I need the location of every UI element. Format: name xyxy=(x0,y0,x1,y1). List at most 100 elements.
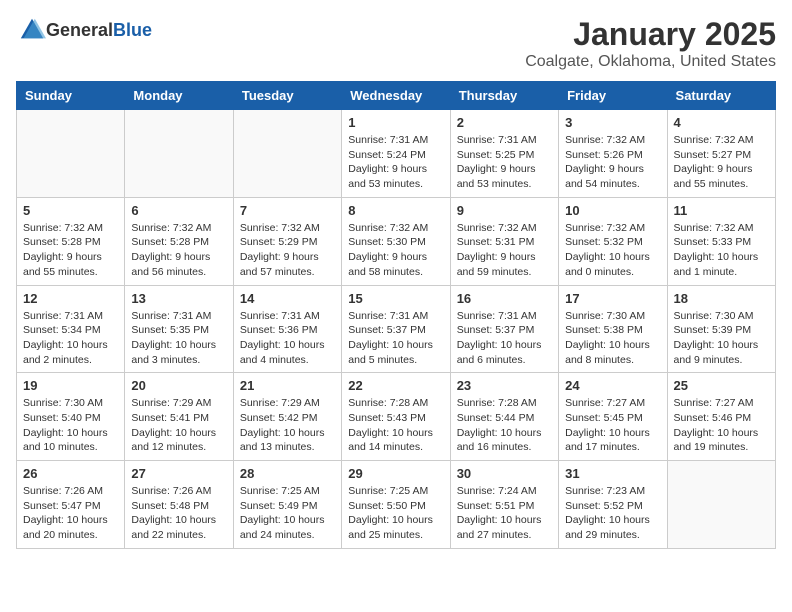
calendar-cell xyxy=(125,110,233,198)
day-number: 2 xyxy=(457,115,552,130)
day-number: 7 xyxy=(240,203,335,218)
day-info: Sunrise: 7:25 AM Sunset: 5:49 PM Dayligh… xyxy=(240,484,335,543)
calendar-week-row: 12 Sunrise: 7:31 AM Sunset: 5:34 PM Dayli… xyxy=(17,285,776,373)
weekday-header-tuesday: Tuesday xyxy=(233,82,341,110)
weekday-header-wednesday: Wednesday xyxy=(342,82,450,110)
calendar-cell: 24Sunrise: 7:27 AM Sunset: 5:45 PM Dayli… xyxy=(559,373,667,461)
day-number: 13 xyxy=(131,291,226,306)
day-info: Sunrise: 7:31 AM Sunset: 5:24 PM Dayligh… xyxy=(348,133,443,192)
day-number: 14 xyxy=(240,291,335,306)
logo-blue-text: Blue xyxy=(113,20,152,40)
day-number: 10 xyxy=(565,203,660,218)
calendar-cell: 12 Sunrise: 7:31 AM Sunset: 5:34 PM Dayli… xyxy=(17,285,125,373)
day-info: Sunrise: 7:32 AM Sunset: 5:31 PM Dayligh… xyxy=(457,221,552,280)
weekday-header-saturday: Saturday xyxy=(667,82,775,110)
calendar-cell: 16Sunrise: 7:31 AM Sunset: 5:37 PM Dayli… xyxy=(450,285,558,373)
day-info: Sunrise: 7:32 AM Sunset: 5:33 PM Dayligh… xyxy=(674,221,769,280)
calendar-cell: 6Sunrise: 7:32 AM Sunset: 5:28 PM Daylig… xyxy=(125,197,233,285)
day-info: Sunrise: 7:30 AM Sunset: 5:39 PM Dayligh… xyxy=(674,309,769,368)
day-info: Sunrise: 7:31 AM Sunset: 5:37 PM Dayligh… xyxy=(457,309,552,368)
calendar-cell: 20 Sunrise: 7:29 AM Sunset: 5:41 PM Dayli… xyxy=(125,373,233,461)
day-number: 25 xyxy=(674,378,769,393)
calendar-cell: 22 Sunrise: 7:28 AM Sunset: 5:43 PM Dayli… xyxy=(342,373,450,461)
day-info: Sunrise: 7:25 AM Sunset: 5:50 PM Dayligh… xyxy=(348,484,443,543)
day-number: 30 xyxy=(457,466,552,481)
day-info: Sunrise: 7:28 AM Sunset: 5:44 PM Dayligh… xyxy=(457,396,552,455)
day-number: 17 xyxy=(565,291,660,306)
location-subtitle: Coalgate, Oklahoma, United States xyxy=(525,53,776,71)
day-info: Sunrise: 7:28 AM Sunset: 5:43 PM Dayligh… xyxy=(348,396,443,455)
day-number: 12 xyxy=(23,291,118,306)
month-year-title: January 2025 xyxy=(525,16,776,53)
page-header: GeneralBlue January 2025 Coalgate, Oklah… xyxy=(16,16,776,71)
calendar-cell: 2Sunrise: 7:31 AM Sunset: 5:25 PM Daylig… xyxy=(450,110,558,198)
calendar-cell xyxy=(667,461,775,549)
day-info: Sunrise: 7:29 AM Sunset: 5:41 PM Dayligh… xyxy=(131,396,226,455)
day-info: Sunrise: 7:23 AM Sunset: 5:52 PM Dayligh… xyxy=(565,484,660,543)
calendar-cell: 27Sunrise: 7:26 AM Sunset: 5:48 PM Dayli… xyxy=(125,461,233,549)
calendar-cell: 18 Sunrise: 7:30 AM Sunset: 5:39 PM Dayli… xyxy=(667,285,775,373)
weekday-header-sunday: Sunday xyxy=(17,82,125,110)
calendar-cell: 11 Sunrise: 7:32 AM Sunset: 5:33 PM Dayli… xyxy=(667,197,775,285)
calendar-cell xyxy=(233,110,341,198)
day-number: 22 xyxy=(348,378,443,393)
calendar-cell: 4 Sunrise: 7:32 AM Sunset: 5:27 PM Daylig… xyxy=(667,110,775,198)
day-info: Sunrise: 7:24 AM Sunset: 5:51 PM Dayligh… xyxy=(457,484,552,543)
weekday-header-row: SundayMondayTuesdayWednesdayThursdayFrid… xyxy=(17,82,776,110)
day-number: 28 xyxy=(240,466,335,481)
day-info: Sunrise: 7:26 AM Sunset: 5:47 PM Dayligh… xyxy=(23,484,118,543)
calendar-cell: 26 Sunrise: 7:26 AM Sunset: 5:47 PM Dayli… xyxy=(17,461,125,549)
calendar-cell: 10 Sunrise: 7:32 AM Sunset: 5:32 PM Dayli… xyxy=(559,197,667,285)
day-info: Sunrise: 7:29 AM Sunset: 5:42 PM Dayligh… xyxy=(240,396,335,455)
calendar-cell: 14 Sunrise: 7:31 AM Sunset: 5:36 PM Dayli… xyxy=(233,285,341,373)
weekday-header-thursday: Thursday xyxy=(450,82,558,110)
day-number: 9 xyxy=(457,203,552,218)
day-info: Sunrise: 7:31 AM Sunset: 5:37 PM Dayligh… xyxy=(348,309,443,368)
day-number: 23 xyxy=(457,378,552,393)
day-info: Sunrise: 7:27 AM Sunset: 5:46 PM Dayligh… xyxy=(674,396,769,455)
calendar-cell: 8 Sunrise: 7:32 AM Sunset: 5:30 PM Daylig… xyxy=(342,197,450,285)
calendar-week-row: 26 Sunrise: 7:26 AM Sunset: 5:47 PM Dayli… xyxy=(17,461,776,549)
calendar-cell: 9 Sunrise: 7:32 AM Sunset: 5:31 PM Daylig… xyxy=(450,197,558,285)
day-number: 15 xyxy=(348,291,443,306)
day-number: 4 xyxy=(674,115,769,130)
calendar-cell: 15 Sunrise: 7:31 AM Sunset: 5:37 PM Dayli… xyxy=(342,285,450,373)
day-number: 8 xyxy=(348,203,443,218)
day-number: 11 xyxy=(674,203,769,218)
calendar-table: SundayMondayTuesdayWednesdayThursdayFrid… xyxy=(16,81,776,549)
calendar-cell: 19Sunrise: 7:30 AM Sunset: 5:40 PM Dayli… xyxy=(17,373,125,461)
day-number: 18 xyxy=(674,291,769,306)
calendar-week-row: 19Sunrise: 7:30 AM Sunset: 5:40 PM Dayli… xyxy=(17,373,776,461)
day-info: Sunrise: 7:27 AM Sunset: 5:45 PM Dayligh… xyxy=(565,396,660,455)
calendar-cell: 29 Sunrise: 7:25 AM Sunset: 5:50 PM Dayli… xyxy=(342,461,450,549)
day-info: Sunrise: 7:31 AM Sunset: 5:34 PM Dayligh… xyxy=(23,309,118,368)
day-info: Sunrise: 7:32 AM Sunset: 5:27 PM Dayligh… xyxy=(674,133,769,192)
day-number: 29 xyxy=(348,466,443,481)
calendar-cell: 7Sunrise: 7:32 AM Sunset: 5:29 PM Daylig… xyxy=(233,197,341,285)
calendar-cell: 28 Sunrise: 7:25 AM Sunset: 5:49 PM Dayli… xyxy=(233,461,341,549)
day-info: Sunrise: 7:31 AM Sunset: 5:36 PM Dayligh… xyxy=(240,309,335,368)
calendar-cell: 17 Sunrise: 7:30 AM Sunset: 5:38 PM Dayli… xyxy=(559,285,667,373)
calendar-week-row: 5Sunrise: 7:32 AM Sunset: 5:28 PM Daylig… xyxy=(17,197,776,285)
calendar-cell: 31Sunrise: 7:23 AM Sunset: 5:52 PM Dayli… xyxy=(559,461,667,549)
day-info: Sunrise: 7:30 AM Sunset: 5:38 PM Dayligh… xyxy=(565,309,660,368)
day-number: 26 xyxy=(23,466,118,481)
logo: GeneralBlue xyxy=(16,16,152,44)
title-block: January 2025 Coalgate, Oklahoma, United … xyxy=(525,16,776,71)
calendar-cell: 5Sunrise: 7:32 AM Sunset: 5:28 PM Daylig… xyxy=(17,197,125,285)
calendar-cell: 3Sunrise: 7:32 AM Sunset: 5:26 PM Daylig… xyxy=(559,110,667,198)
calendar-week-row: 1Sunrise: 7:31 AM Sunset: 5:24 PM Daylig… xyxy=(17,110,776,198)
logo-general-text: General xyxy=(46,20,113,40)
day-info: Sunrise: 7:32 AM Sunset: 5:30 PM Dayligh… xyxy=(348,221,443,280)
day-info: Sunrise: 7:30 AM Sunset: 5:40 PM Dayligh… xyxy=(23,396,118,455)
calendar-cell: 25 Sunrise: 7:27 AM Sunset: 5:46 PM Dayli… xyxy=(667,373,775,461)
calendar-cell: 23 Sunrise: 7:28 AM Sunset: 5:44 PM Dayli… xyxy=(450,373,558,461)
calendar-cell: 30 Sunrise: 7:24 AM Sunset: 5:51 PM Dayli… xyxy=(450,461,558,549)
day-info: Sunrise: 7:26 AM Sunset: 5:48 PM Dayligh… xyxy=(131,484,226,543)
day-number: 20 xyxy=(131,378,226,393)
calendar-cell: 1Sunrise: 7:31 AM Sunset: 5:24 PM Daylig… xyxy=(342,110,450,198)
day-info: Sunrise: 7:31 AM Sunset: 5:35 PM Dayligh… xyxy=(131,309,226,368)
day-info: Sunrise: 7:32 AM Sunset: 5:32 PM Dayligh… xyxy=(565,221,660,280)
day-info: Sunrise: 7:32 AM Sunset: 5:28 PM Dayligh… xyxy=(23,221,118,280)
day-info: Sunrise: 7:32 AM Sunset: 5:26 PM Dayligh… xyxy=(565,133,660,192)
